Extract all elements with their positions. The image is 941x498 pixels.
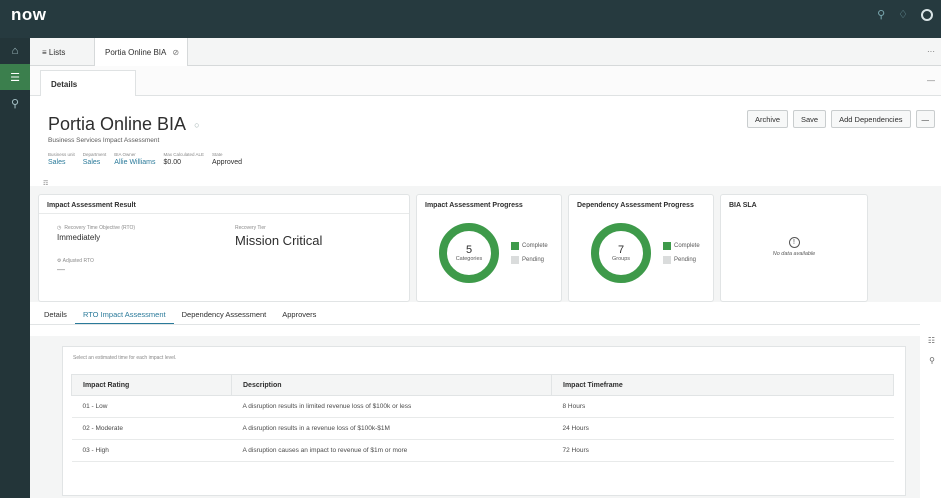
close-tab-icon[interactable]: ⊘ bbox=[172, 48, 179, 57]
description-cell: A disruption results in limited revenue … bbox=[231, 395, 552, 418]
attachment-list-icon[interactable]: ☷ bbox=[928, 336, 935, 345]
rto-label: Recovery Time Objective (RTO) bbox=[64, 225, 136, 231]
edit-title-icon[interactable]: ○ bbox=[194, 120, 199, 130]
record-title-row: Portia Online BIA ○ bbox=[48, 114, 200, 135]
legend-pending: Pending bbox=[674, 257, 697, 263]
meta-business-unit: Business unit Sales bbox=[48, 152, 75, 166]
subtab-more-icon[interactable]: — bbox=[927, 76, 935, 85]
legend-complete: Complete bbox=[674, 243, 700, 249]
rto-impact-table: Impact Rating Description Impact Timefra… bbox=[71, 374, 894, 462]
description-cell: A disruption causes an impact to revenue… bbox=[231, 439, 552, 462]
form-tabs: Details RTO Impact Assessment Dependency… bbox=[36, 310, 324, 325]
timeframe-cell[interactable]: 24 Hours bbox=[551, 417, 894, 440]
gear-icon: ⚙ bbox=[57, 258, 62, 264]
description-cell: A disruption results in a revenue loss o… bbox=[231, 417, 552, 440]
tab-details[interactable]: Details bbox=[36, 310, 75, 325]
recovery-tier-value: Mission Critical bbox=[235, 233, 323, 248]
left-navigation: ⌂ ☰ ⚲ bbox=[0, 38, 30, 498]
adjusted-rto-label: ⚙ Adjusted RTO bbox=[57, 258, 94, 264]
tab-dependency-assessment[interactable]: Dependency Assessment bbox=[174, 310, 275, 325]
table-header-row: Impact Rating Description Impact Timefra… bbox=[71, 374, 894, 396]
main-content: ≡ Lists Portia Online BIA ⊘ ··· Details … bbox=[30, 38, 941, 498]
card-title: Dependency Assessment Progress bbox=[577, 202, 694, 209]
meta-state: State Approved bbox=[212, 152, 243, 166]
record-subtitle: Business Services Impact Assessment bbox=[48, 137, 160, 144]
user-avatar[interactable] bbox=[921, 9, 933, 21]
subtab-details[interactable]: Details bbox=[40, 70, 136, 96]
timeframe-cell[interactable]: 8 Hours bbox=[551, 395, 894, 418]
tab-approvers[interactable]: Approvers bbox=[274, 310, 324, 325]
recovery-tier-label: Recovery Tier bbox=[235, 225, 266, 231]
rto-value: Immediately bbox=[57, 233, 101, 242]
archive-button[interactable]: Archive bbox=[746, 110, 788, 128]
donut-count: 7 bbox=[617, 244, 625, 256]
record-actions: Archive Save Add Dependencies — bbox=[746, 110, 935, 128]
bell-icon[interactable]: ♢ bbox=[898, 9, 908, 21]
column-header-description[interactable]: Description bbox=[231, 374, 552, 396]
more-actions-button[interactable]: — bbox=[915, 110, 935, 128]
table-row[interactable]: 03 - High A disruption causes an impact … bbox=[71, 439, 894, 462]
legend-complete: Complete bbox=[522, 243, 548, 249]
tab-record[interactable]: Portia Online BIA ⊘ bbox=[94, 38, 188, 66]
dependency-assessment-progress-card: Dependency Assessment Progress 7 Groups … bbox=[568, 194, 714, 302]
card-title: Impact Assessment Progress bbox=[425, 202, 523, 209]
pin-icon[interactable]: ⚲ bbox=[0, 90, 30, 116]
impact-rating-cell: 03 - High bbox=[71, 439, 232, 462]
adjusted-rto-value: — bbox=[57, 265, 65, 274]
tab-rto-impact-assessment[interactable]: RTO Impact Assessment bbox=[74, 310, 174, 325]
recovery-tier-block: Recovery Tier Mission Critical bbox=[235, 225, 322, 248]
clock-icon: ◷ bbox=[57, 225, 62, 231]
workspace-tab-bar: ≡ Lists Portia Online BIA ⊘ ··· bbox=[30, 38, 941, 66]
donut-count: 5 bbox=[465, 244, 473, 256]
legend-pending: Pending bbox=[522, 257, 545, 263]
tab-lists[interactable]: ≡ Lists bbox=[42, 38, 65, 66]
sla-empty-state: ! No data available bbox=[721, 237, 867, 257]
table-row[interactable]: 01 - Low A disruption results in limited… bbox=[71, 395, 894, 418]
info-icon: ! bbox=[788, 237, 800, 248]
donut-unit: Groups bbox=[611, 256, 631, 262]
save-button[interactable]: Save bbox=[793, 110, 827, 128]
timeframe-cell[interactable]: 72 Hours bbox=[551, 439, 894, 462]
impact-assessment-result-card: Impact Assessment Result ◷ Recovery Time … bbox=[38, 194, 410, 302]
table-hint: Select an estimated time for each impact… bbox=[73, 355, 177, 361]
impact-assessment-progress-card: Impact Assessment Progress 5 Categories … bbox=[416, 194, 562, 302]
donut-unit: Categories bbox=[455, 256, 483, 262]
tabbar-more-icon[interactable]: ··· bbox=[927, 47, 935, 56]
legend: Complete Pending bbox=[663, 242, 700, 264]
rto-block: ◷ Recovery Time Objective (RTO) Immediate… bbox=[57, 225, 135, 274]
top-icons: ⚲ ♢ bbox=[877, 9, 933, 21]
legend: Complete Pending bbox=[511, 242, 548, 264]
no-data-text: No data available bbox=[772, 251, 816, 257]
paperclip-icon[interactable]: ⚲ bbox=[929, 356, 935, 365]
top-navigation-bar: now ⚲ ♢ bbox=[0, 0, 941, 38]
legend-swatch bbox=[663, 256, 671, 264]
legend-swatch bbox=[663, 242, 671, 250]
record-title: Portia Online BIA bbox=[48, 114, 187, 134]
column-header-impact-rating[interactable]: Impact Rating bbox=[71, 374, 232, 396]
dependency-progress-donut[interactable]: 7 Groups bbox=[591, 223, 651, 283]
meta-max-ale: Max Calculated ALE $0.00 bbox=[163, 152, 205, 166]
impact-progress-donut[interactable]: 5 Categories bbox=[439, 223, 499, 283]
rto-table-panel: Select an estimated time for each impact… bbox=[62, 346, 906, 496]
home-icon[interactable]: ⌂ bbox=[0, 38, 30, 64]
sub-tab-bar: Details — bbox=[30, 66, 941, 96]
meta-bia-owner: BIA Owner Allie Williams bbox=[114, 152, 156, 166]
search-icon[interactable]: ⚲ bbox=[877, 9, 885, 21]
now-logo[interactable]: now bbox=[11, 5, 47, 25]
card-title: Impact Assessment Result bbox=[47, 202, 136, 209]
tab-record-label: Portia Online BIA bbox=[105, 47, 167, 57]
record-meta: Business unit Sales Department Sales BIA… bbox=[48, 152, 242, 166]
card-title: BIA SLA bbox=[729, 202, 757, 209]
add-dependencies-button[interactable]: Add Dependencies bbox=[831, 110, 911, 128]
meta-department: Department Sales bbox=[82, 152, 107, 166]
legend-swatch bbox=[511, 242, 519, 250]
impact-rating-cell: 02 - Moderate bbox=[71, 417, 232, 440]
impact-rating-cell: 01 - Low bbox=[71, 395, 232, 418]
table-row[interactable]: 02 - Moderate A disruption results in a … bbox=[71, 417, 894, 440]
column-header-impact-timeframe[interactable]: Impact Timeframe bbox=[551, 374, 894, 396]
legend-swatch bbox=[511, 256, 519, 264]
list-icon[interactable]: ☰ bbox=[0, 64, 30, 90]
bia-sla-card: BIA SLA ! No data available bbox=[720, 194, 868, 302]
